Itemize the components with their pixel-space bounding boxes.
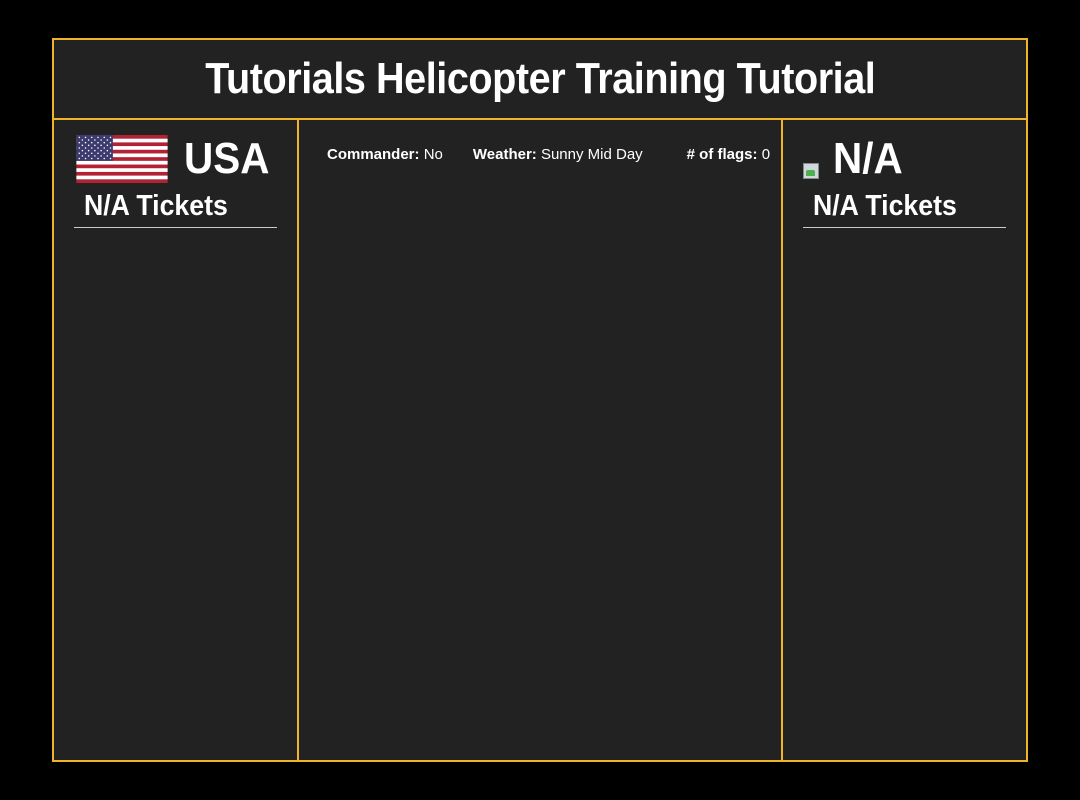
team1-panel: USA N/A Tickets (54, 120, 299, 760)
flags-label: # of flags: (686, 146, 758, 163)
team1-header: USA (74, 134, 277, 184)
info-panel: Commander: No Weather: Sunny Mid Day # o… (299, 120, 781, 760)
page-title: Tutorials Helicopter Training Tutorial (204, 54, 876, 103)
content-row: USA N/A Tickets Commander: No Weather: S… (54, 120, 1026, 760)
team2-tickets-label: N/A Tickets (813, 190, 957, 222)
team2-name: N/A (833, 134, 903, 183)
commander-info: Commander: No (327, 146, 443, 163)
us-flag-icon (76, 135, 168, 183)
team2-panel: N/A N/A Tickets (781, 120, 1026, 760)
team2-header: N/A (803, 134, 1006, 184)
team1-tickets-label: N/A Tickets (84, 190, 228, 222)
team2-tickets: N/A Tickets (803, 190, 1006, 228)
header: Tutorials Helicopter Training Tutorial (54, 40, 1026, 120)
flags-info: # of flags: 0 (687, 146, 770, 163)
team1-tickets: N/A Tickets (74, 190, 277, 228)
broken-image-icon (803, 163, 819, 179)
main-frame: Tutorials Helicopter Training Tutorial U… (52, 38, 1028, 762)
info-row: Commander: No Weather: Sunny Mid Day # o… (327, 146, 781, 163)
flags-value: 0 (761, 146, 771, 163)
weather-label: Weather: (472, 146, 537, 163)
commander-label: Commander: (327, 146, 420, 163)
weather-value: Sunny Mid Day (540, 146, 643, 163)
commander-value: No (423, 146, 443, 163)
team1-name: USA (184, 134, 270, 183)
weather-info: Weather: Sunny Mid Day (473, 146, 643, 163)
